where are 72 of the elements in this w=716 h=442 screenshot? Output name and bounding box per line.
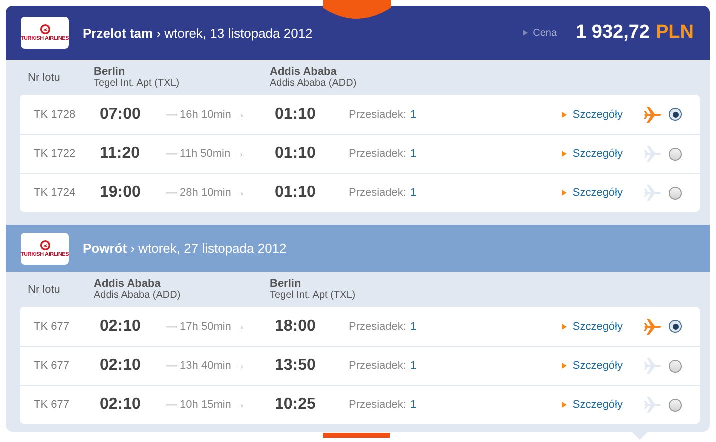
flight-number: TK 1728 <box>33 108 77 120</box>
flight-number: TK 677 <box>33 320 70 332</box>
departure-time: 11:20 <box>100 145 142 163</box>
stops-label: Przesiadek: <box>349 360 406 372</box>
column-header: Nr lotu <box>27 284 62 296</box>
departure-city: Berlin <box>94 66 126 78</box>
price-currency: PLN <box>656 22 694 44</box>
flight-duration: — 17h 50min → <box>166 320 246 332</box>
departure-time: 19:00 <box>100 184 142 202</box>
stops-label: Przesiadek: <box>349 148 406 160</box>
arrival-time: 01:10 <box>275 106 317 124</box>
flight-duration: — 11h 50min → <box>166 148 246 160</box>
flight-number: TK 1722 <box>33 148 77 160</box>
arrival-time: 01:10 <box>275 145 317 163</box>
arrival-airport: Tegel Int. Apt (TXL) <box>270 290 356 301</box>
flight-number: TK 1724 <box>33 187 77 199</box>
price-amount: 1 932,72 <box>576 22 650 44</box>
arrival-city: Addis Ababa <box>270 66 338 78</box>
price-label: Cena <box>533 28 558 38</box>
triangle-icon <box>562 151 567 157</box>
departure-time: 02:10 <box>100 396 142 414</box>
details-link[interactable]: Szczegóły <box>572 108 623 120</box>
departure-time: 07:00 <box>100 106 142 124</box>
arrival-airport: Addis Ababa (ADD) <box>270 78 357 89</box>
indicator-bar <box>323 433 390 438</box>
flight-radio[interactable] <box>669 148 682 160</box>
stops-label: Przesiadek: <box>349 320 406 332</box>
stops-label: Przesiadek: <box>349 108 406 120</box>
flight-radio[interactable] <box>669 320 682 333</box>
flight-radio[interactable] <box>669 186 682 200</box>
flight-duration: — 13h 40min → <box>166 360 246 372</box>
triangle-icon <box>562 402 567 408</box>
triangle-icon <box>562 190 567 196</box>
arrival-time: 18:00 <box>275 318 317 336</box>
stops-label: Przesiadek: <box>349 399 406 411</box>
details-link[interactable]: Szczegóły <box>572 187 623 199</box>
flight-radio[interactable] <box>669 398 682 412</box>
stops-count: 1 <box>410 108 417 120</box>
triangle-icon <box>562 112 567 118</box>
triangle-icon <box>523 30 528 36</box>
details-link[interactable]: Szczegóły <box>572 399 623 411</box>
stops-count: 1 <box>410 187 417 199</box>
details-link[interactable]: Szczegóły <box>572 360 623 372</box>
flight-number: TK 677 <box>33 360 70 372</box>
arrival-time: 13:50 <box>275 357 317 375</box>
triangle-icon <box>562 363 567 369</box>
flight-radio[interactable] <box>669 360 682 372</box>
stops-count: 1 <box>410 148 417 160</box>
details-link[interactable]: Szczegóły <box>572 148 623 160</box>
departure-airport: Addis Ababa (ADD) <box>94 290 182 301</box>
flight-duration: — 16h 10min → <box>166 108 246 120</box>
departure-city: Addis Ababa <box>94 278 162 290</box>
arrival-city: Berlin <box>270 278 302 290</box>
flight-number: TK 677 <box>33 399 70 411</box>
arrival-time: 01:10 <box>275 184 317 202</box>
tab-marker <box>323 0 391 22</box>
stops-count: 1 <box>410 320 417 332</box>
section-title: Powrót › wtorek, 27 listopada 2012 <box>83 241 287 256</box>
departure-time: 02:10 <box>100 318 142 336</box>
triangle-icon <box>562 324 567 330</box>
stops-count: 1 <box>410 399 417 411</box>
departure-time: 02:10 <box>100 357 142 375</box>
flight-duration: — 10h 15min → <box>166 399 246 411</box>
section-title: Przelot tam › wtorek, 13 listopada 2012 <box>83 26 313 40</box>
departure-airport: Tegel Int. Apt (TXL) <box>94 78 181 89</box>
flight-duration: — 28h 10min → <box>166 187 246 199</box>
arrival-time: 10:25 <box>275 396 317 414</box>
stops-count: 1 <box>410 360 417 372</box>
flight-radio[interactable] <box>669 108 682 121</box>
details-link[interactable]: Szczegóły <box>572 320 623 332</box>
stops-label: Przesiadek: <box>349 187 406 199</box>
column-header: Nr lotu <box>27 72 62 84</box>
